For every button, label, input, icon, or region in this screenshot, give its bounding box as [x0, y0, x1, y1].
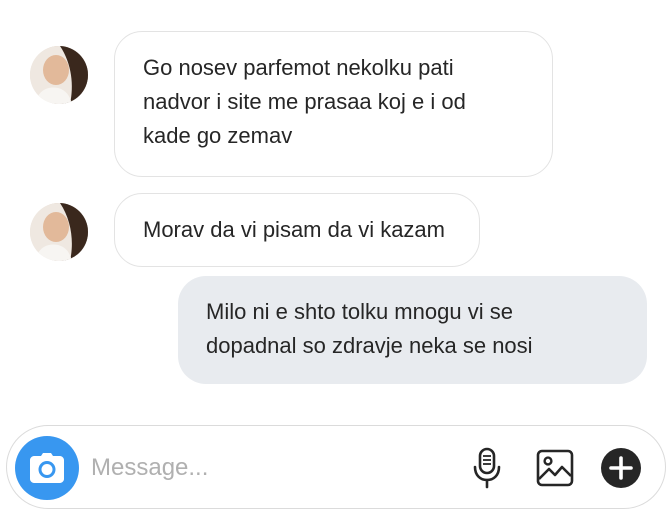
chat-screen: Go nosev parfemot nekolku pati nadvor i … [0, 0, 670, 512]
image-icon [536, 449, 574, 487]
microphone-icon [473, 447, 501, 489]
message-line: Go nosev parfemot nekolku pati [143, 55, 454, 80]
message-line: Morav da vi pisam da vi kazam [143, 217, 445, 242]
more-options-button[interactable] [599, 446, 643, 490]
message-line: Milo ni e shto tolku mnogu vi se [206, 299, 513, 324]
message-composer [6, 425, 666, 509]
message-bubble-incoming[interactable]: Morav da vi pisam da vi kazam [114, 193, 480, 267]
camera-icon [30, 453, 64, 483]
message-line: kade go zemav [143, 123, 293, 148]
message-bubble-incoming[interactable]: Go nosev parfemot nekolku pati nadvor i … [114, 31, 553, 177]
message-input[interactable] [91, 448, 441, 488]
sender-avatar[interactable] [30, 203, 88, 261]
message-line: nadvor i site me prasaa koj e i od [143, 89, 466, 114]
message-bubble-outgoing[interactable]: Milo ni e shto tolku mnogu vi se dopadna… [178, 276, 647, 384]
photo-library-button[interactable] [533, 446, 577, 490]
plus-circle-icon [601, 448, 641, 488]
voice-message-button[interactable] [465, 446, 509, 490]
message-line: dopadnal so zdravje neka se nosi [206, 333, 533, 358]
sender-avatar[interactable] [30, 46, 88, 104]
camera-button[interactable] [15, 436, 79, 500]
